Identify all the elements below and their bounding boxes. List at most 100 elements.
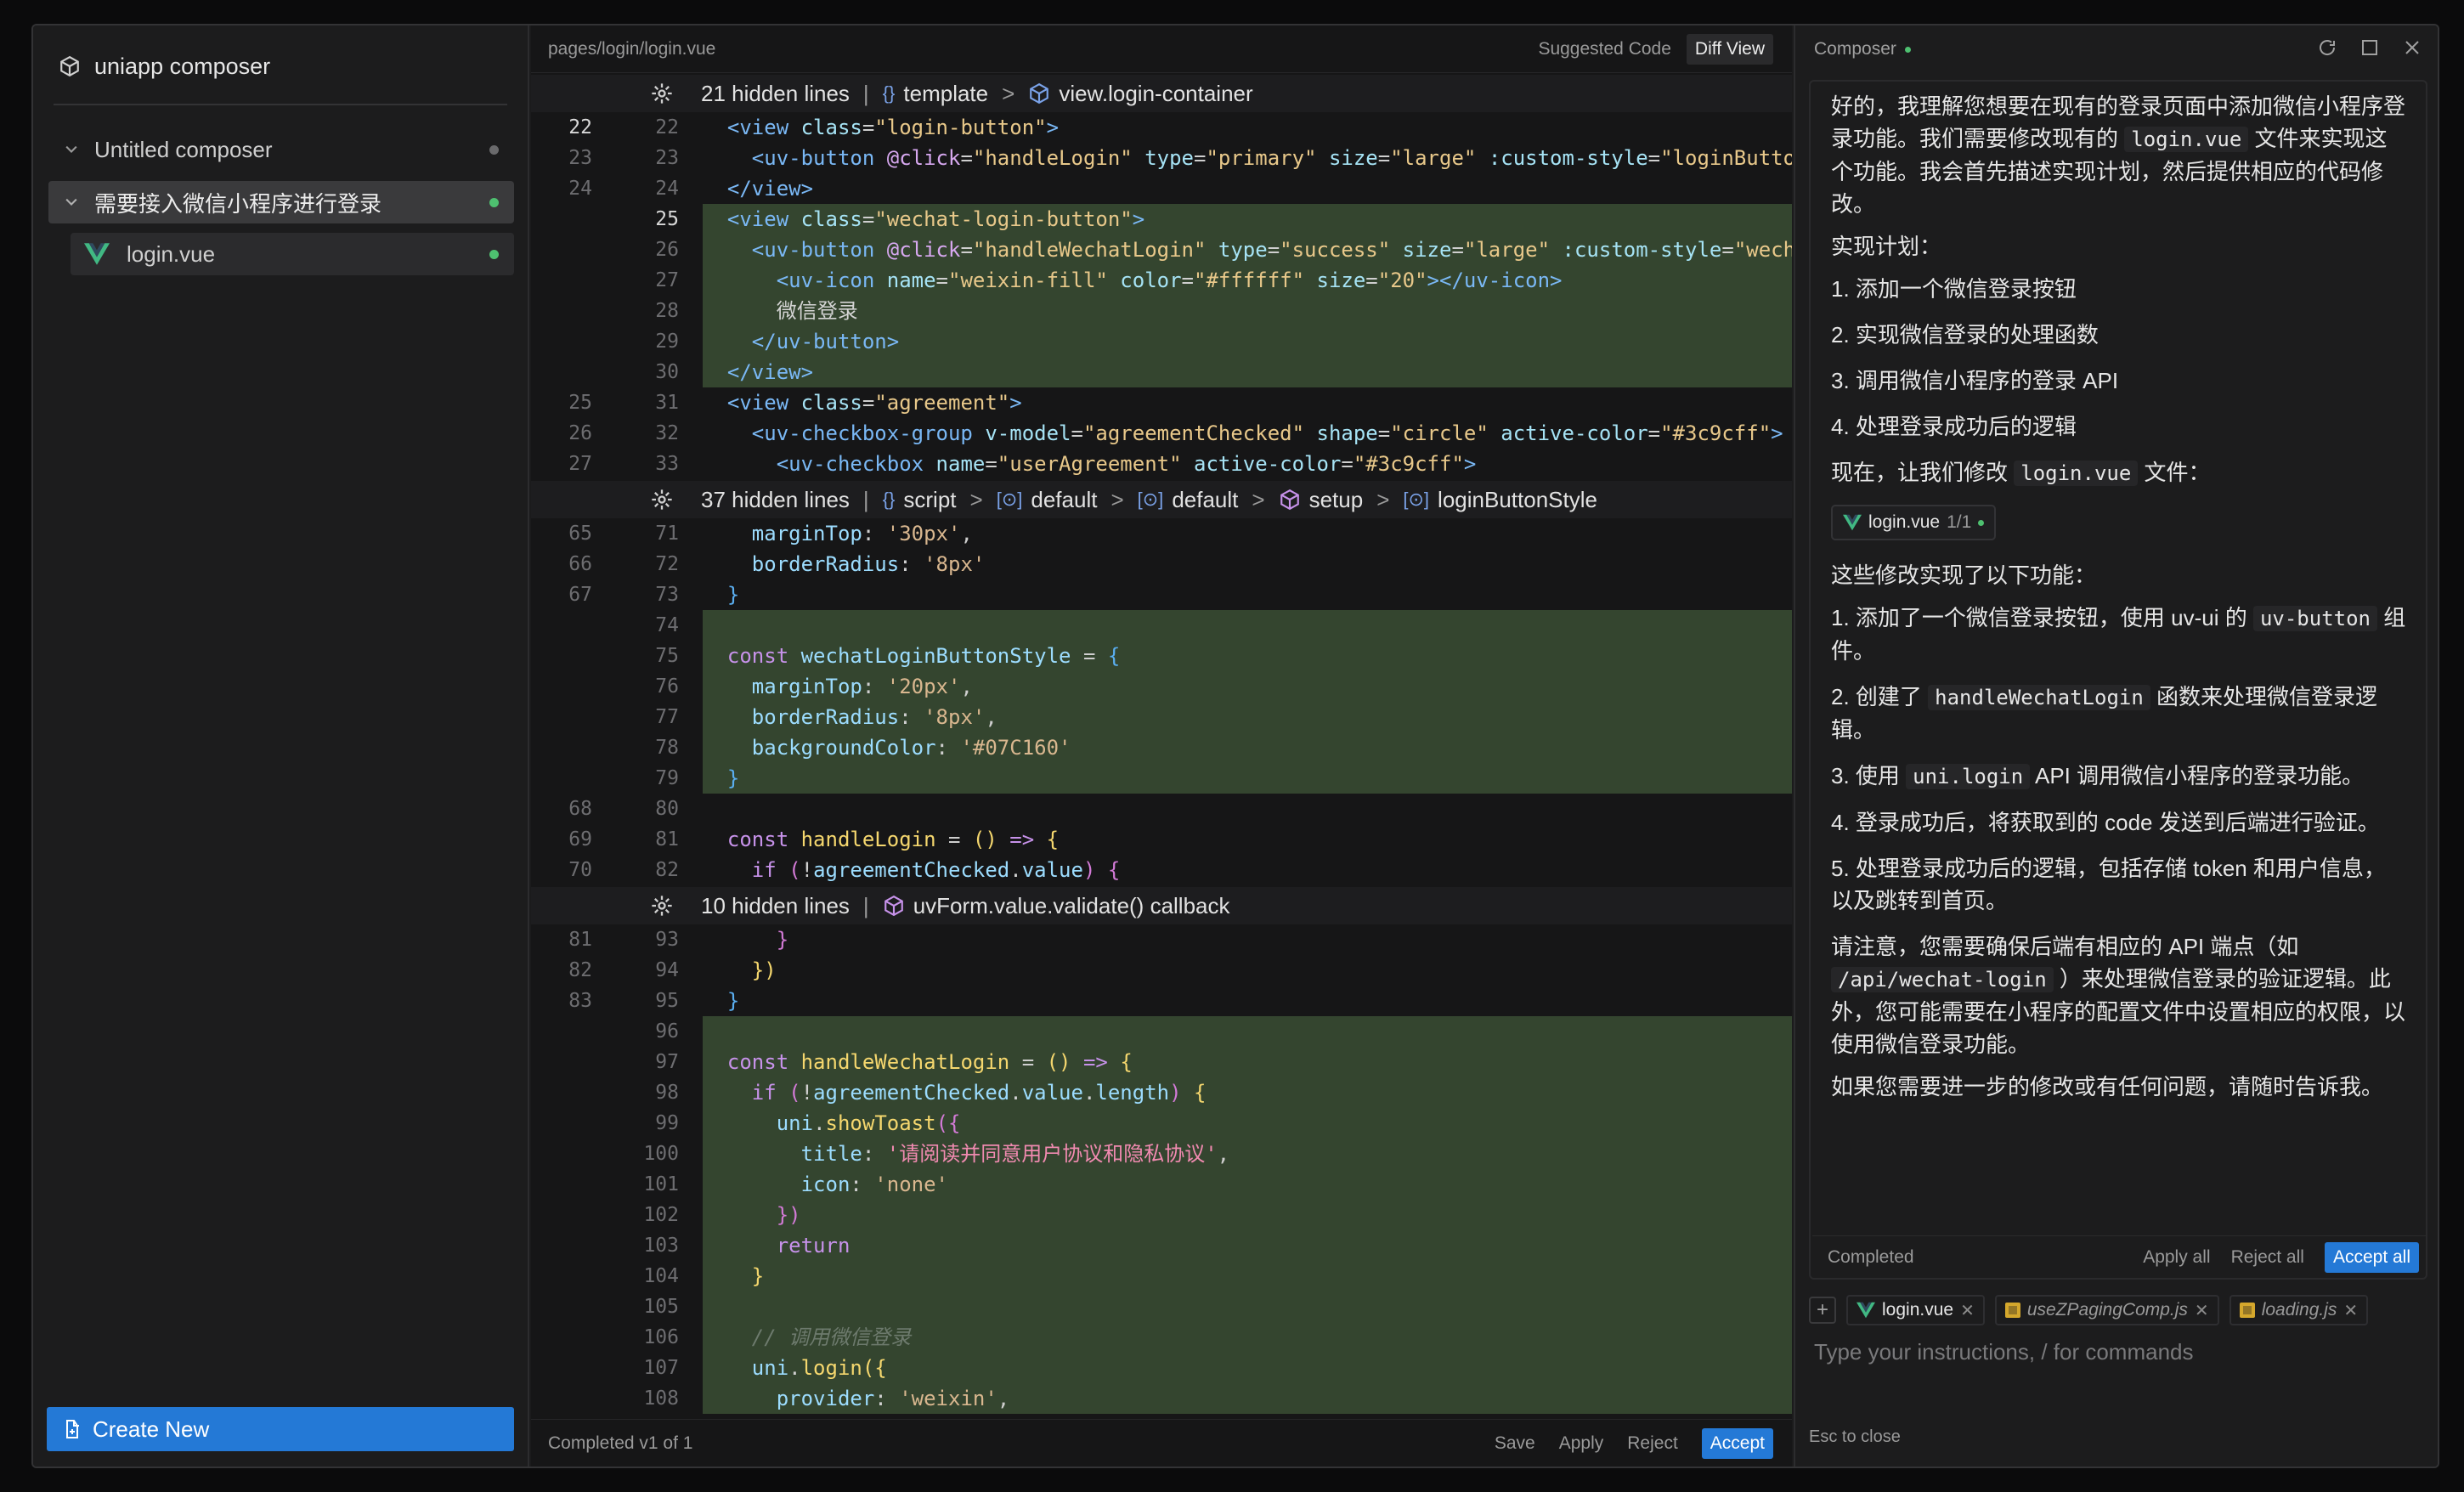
assistant-message: 好的，我理解您想要在现有的登录页面中添加微信小程序登录功能。我们需要修改现有的 …: [1811, 82, 2426, 1113]
context-chip[interactable]: loading.js ✕: [2229, 1295, 2369, 1325]
cube-icon: [1030, 82, 1049, 105]
editor-status: Completed v1 of 1: [548, 1433, 693, 1453]
composer-status-bar: Completed Apply all Reject all Accept al…: [1812, 1235, 2426, 1278]
status-dot: [1978, 519, 1985, 526]
composer-item-untitled[interactable]: Untitled composer: [48, 128, 514, 171]
breadcrumb-item[interactable]: template: [903, 81, 988, 107]
code-line-added: 102 }): [531, 1200, 1792, 1230]
code-line: 25 31 <view class="agreement">: [568, 391, 1022, 415]
file-item-login-vue[interactable]: login.vue: [71, 233, 514, 275]
maximize-icon[interactable]: [2359, 37, 2380, 58]
code-line-added: 99 uni.showToast({: [531, 1108, 1792, 1139]
tab-diff-view[interactable]: Diff View: [1686, 33, 1773, 65]
file-path: pages/login/login.vue: [548, 38, 716, 59]
vue-icon: [1843, 514, 1862, 531]
status-dot: [489, 197, 499, 207]
features-title: 这些修改实现了以下功能：: [1831, 562, 2097, 588]
code-line-added: 107 uni.login({: [531, 1353, 1792, 1383]
breadcrumb-item[interactable]: default: [1031, 487, 1097, 513]
history-icon[interactable]: [2317, 37, 2337, 58]
feature-item: 3. 使用 uni.login API 调用微信小程序的登录功能。: [1831, 763, 2365, 789]
code-line-added: 78 backgroundColor: '#07C160': [531, 732, 1792, 763]
braces-icon: {}: [882, 489, 896, 510]
apply-button[interactable]: Apply: [1559, 1433, 1604, 1454]
close-icon[interactable]: [2402, 37, 2422, 58]
code-line: 83 95 }: [568, 989, 740, 1013]
create-new-button[interactable]: Create New: [47, 1407, 514, 1451]
hidden-lines-bar[interactable]: 37 hidden lines | {} script > [⊙] defaul…: [531, 481, 1792, 518]
feature-item: 4. 登录成功后，将获取到的 code 发送到后端进行验证。: [1831, 810, 2380, 835]
breadcrumb-item[interactable]: loginButtonStyle: [1438, 487, 1597, 513]
breadcrumb-item[interactable]: script: [903, 487, 956, 513]
code-line-added: 75 const wechatLoginButtonStyle = {: [531, 641, 1792, 671]
accept-all-button[interactable]: Accept all: [2324, 1241, 2419, 1273]
feature-item: 1. 添加了一个微信登录按钮，使用 uv-ui 的 uv-button 组件。: [1831, 605, 2406, 664]
add-context-button[interactable]: +: [1809, 1297, 1836, 1324]
code-line: 22 22 <view class="login-button">: [568, 116, 1060, 139]
code-area[interactable]: 21 hidden lines | {} template > view.log…: [531, 73, 1792, 1419]
composer-conversation: 好的，我理解您想要在现有的登录页面中添加微信小程序登录功能。我们需要修改现有的 …: [1809, 80, 2427, 1280]
reject-all-button[interactable]: Reject all: [2231, 1247, 2304, 1268]
variable-icon: [⊙]: [996, 489, 1023, 510]
breadcrumb-item[interactable]: default: [1172, 487, 1238, 513]
divider: [54, 104, 507, 105]
box-icon: [60, 55, 79, 77]
chip-count: 1/1: [1947, 512, 1972, 532]
plan-item: 3. 调用微信小程序的登录 API: [1831, 368, 2119, 393]
hidden-count: 21 hidden lines: [701, 80, 850, 106]
hidden-lines-bar[interactable]: 10 hidden lines | uvForm.value.validate(…: [531, 887, 1792, 924]
hidden-lines-bar[interactable]: 21 hidden lines | {} template > view.log…: [531, 75, 1792, 112]
context-chip[interactable]: useZPagingComp.js ✕: [1994, 1295, 2219, 1325]
code-line-added: 26 <uv-button @click="handleWechatLogin"…: [531, 235, 1792, 265]
app-window: uniapp composer Untitled composer 需要接入微信…: [31, 24, 2439, 1468]
tab-suggested-code[interactable]: Suggested Code: [1529, 34, 1679, 65]
composer-panel: Composer 好的，我理解您想要在现有的登录页面中添加微信小程序登录功能。我…: [1794, 25, 2438, 1467]
cube-icon: [1280, 489, 1299, 511]
accept-button[interactable]: Accept: [1701, 1427, 1773, 1459]
composer-title: Composer: [1814, 39, 1896, 59]
file-item-label: login.vue: [127, 240, 216, 267]
chip-file-name: login.vue: [1868, 512, 1941, 532]
feature-item: 2. 创建了 handleWechatLogin 函数来处理微信登录逻辑。: [1831, 684, 2378, 743]
code-line: 81 93 }: [568, 928, 789, 952]
breadcrumb-item[interactable]: uvForm.value.validate() callback: [913, 893, 1230, 919]
code-line-added: 29 </uv-button>: [531, 326, 1792, 357]
breadcrumb-item[interactable]: setup: [1309, 487, 1364, 513]
braces-icon: {}: [882, 82, 896, 104]
remove-icon[interactable]: ✕: [2195, 1300, 2209, 1321]
expand-icon: [652, 896, 672, 916]
js-file-icon: [2004, 1303, 2020, 1318]
plan-item: 1. 添加一个微信登录按钮: [1831, 276, 2077, 302]
context-files: + login.vue ✕ useZPagingComp.js ✕ loadin…: [1809, 1295, 2369, 1325]
plan-item: 4. 处理登录成功后的逻辑: [1831, 414, 2077, 439]
code-line: 82 94 }): [568, 958, 777, 982]
remove-icon[interactable]: ✕: [2343, 1300, 2358, 1321]
context-chip-label: useZPagingComp.js: [2026, 1300, 2188, 1320]
code-line-added: 100 title: '请阅读并同意用户协议和隐私协议',: [531, 1139, 1792, 1169]
file-change-chip[interactable]: login.vue 1/1: [1831, 505, 1997, 540]
code-line-added: 79 }: [531, 763, 1792, 794]
variable-icon: [⊙]: [1137, 489, 1164, 510]
composer-item-wechat-login[interactable]: 需要接入微信小程序进行登录: [48, 181, 514, 223]
code-line-added: 25 <view class="wechat-login-button">: [531, 204, 1792, 235]
chevron-down-icon: [59, 137, 84, 162]
apply-all-button[interactable]: Apply all: [2143, 1247, 2210, 1268]
code-line-added: 77 borderRadius: '8px',: [531, 702, 1792, 732]
message-paragraph: 如果您需要进一步的修改或有任何问题，请随时告诉我。: [1831, 1074, 2384, 1099]
context-chip[interactable]: login.vue ✕: [1846, 1295, 1985, 1325]
vue-icon: [84, 243, 110, 265]
code-line-added: 76 marginTop: '20px',: [531, 671, 1792, 702]
composer-status: Completed: [1828, 1246, 1914, 1267]
code-line: 66 72 borderRadius: '8px': [568, 552, 986, 576]
breadcrumb-item[interactable]: view.login-container: [1059, 81, 1252, 107]
context-chip-label: loading.js: [2261, 1300, 2337, 1320]
code-line-added: 30 </view>: [531, 357, 1792, 387]
expand-icon: [652, 83, 672, 104]
instruction-input[interactable]: Type your instructions, / for commands: [1814, 1339, 2194, 1365]
plan-title: 实现计划：: [1831, 234, 1942, 259]
reject-button[interactable]: Reject: [1627, 1433, 1678, 1454]
code-line-added: 28 微信登录: [531, 296, 1792, 326]
remove-icon[interactable]: ✕: [1960, 1300, 1975, 1321]
plan-item: 2. 实现微信登录的处理函数: [1831, 322, 2099, 348]
save-button[interactable]: Save: [1495, 1433, 1535, 1454]
